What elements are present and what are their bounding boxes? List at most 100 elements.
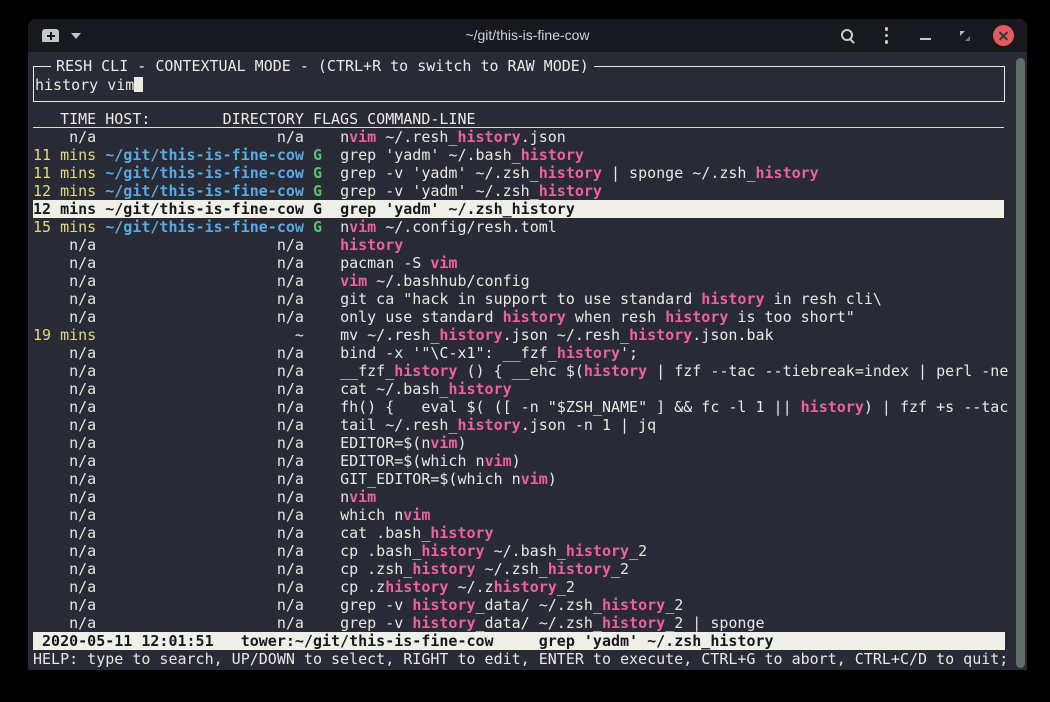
row-flag [313, 326, 322, 344]
history-row[interactable]: n/a n/a EDITOR=$(nvim) [33, 434, 1004, 452]
terminal-screen: RESH CLI - CONTEXTUAL MODE - (CTRL+R to … [28, 52, 1027, 670]
command-text: grep -v [340, 614, 412, 632]
command-match-text: history [394, 362, 457, 380]
row-host-directory: n/a [105, 578, 304, 596]
command-text: git ca "hack in support to use standard [340, 290, 701, 308]
column-header: TIME HOST: DIRECTORY FLAGS COMMAND-LINE [33, 110, 1004, 128]
history-row[interactable]: n/a n/a cp .bash_history ~/.bash_history… [33, 542, 1004, 560]
history-row[interactable]: 12 mins ~/git/this-is-fine-cow G grep 'y… [33, 200, 1004, 218]
search-button[interactable] [828, 19, 867, 52]
history-row[interactable]: n/a n/a GIT_EDITOR=$(which nvim) [33, 470, 1004, 488]
command-match-text: history [494, 578, 557, 596]
row-flag [313, 506, 322, 524]
row-flag [313, 470, 322, 488]
row-time: n/a [33, 488, 96, 506]
history-row[interactable]: n/a n/a pacman -S vim [33, 254, 1004, 272]
command-text: ) [457, 434, 466, 452]
history-row[interactable]: 19 mins ~ mv ~/.resh_history.json ~/.res… [33, 326, 1004, 344]
history-row[interactable]: 11 mins ~/git/this-is-fine-cow G grep 'y… [33, 146, 1004, 164]
row-time: n/a [33, 452, 96, 470]
titlebar: ~/git/this-is-fine-cow [28, 19, 1027, 52]
row-time: n/a [33, 236, 96, 254]
history-row[interactable]: 15 mins ~/git/this-is-fine-cow G nvim ~/… [33, 218, 1004, 236]
command-match-text: history [412, 560, 475, 578]
command-text: in resh cli\ [765, 290, 882, 308]
command-text: bind -x '"\C-x1": __fzf_ [340, 344, 557, 362]
row-host-directory: ~/git/this-is-fine-cow [105, 218, 304, 236]
row-host-directory: n/a [105, 506, 304, 524]
command-text: _2 | sponge [665, 614, 764, 632]
command-match-text: history [421, 542, 484, 560]
row-time: n/a [33, 416, 96, 434]
history-row[interactable]: n/a n/a git ca "hack in support to use s… [33, 290, 1004, 308]
command-text: ~/.config/resh.toml [376, 218, 557, 236]
command-match-text: vim [349, 218, 376, 236]
row-host-directory: n/a [105, 542, 304, 560]
command-text: _2 [611, 560, 629, 578]
command-match-text: history [412, 614, 475, 632]
history-row[interactable]: n/a n/a cat .bash_history [33, 524, 1004, 542]
command-text: .json ~/.resh_ [503, 326, 629, 344]
minimize-button[interactable] [906, 19, 945, 52]
restore-button[interactable] [945, 19, 984, 52]
command-match-text: history [439, 326, 502, 344]
row-host-directory: n/a [105, 470, 304, 488]
history-row[interactable]: n/a n/a only use standard history when r… [33, 308, 1004, 326]
command-match-text: history [756, 164, 819, 182]
history-row[interactable]: n/a n/a EDITOR=$(which nvim) [33, 452, 1004, 470]
command-text: '; [620, 344, 638, 362]
row-time: 12 mins [33, 182, 96, 200]
row-flag: G [313, 218, 322, 236]
history-row[interactable]: n/a n/a nvim [33, 488, 1004, 506]
history-row[interactable]: n/a n/a history [33, 236, 1004, 254]
menu-button[interactable] [867, 19, 906, 52]
history-row[interactable]: n/a n/a bind -x '"\C-x1": __fzf_history'… [33, 344, 1004, 362]
row-time: 15 mins [33, 218, 96, 236]
row-host-directory: n/a [105, 272, 304, 290]
row-flag [313, 452, 322, 470]
row-flag [313, 614, 322, 632]
command-text: cat ~/.bash_ [340, 380, 448, 398]
row-flag [313, 362, 322, 380]
row-time: 12 mins [33, 200, 96, 218]
row-flag [313, 308, 322, 326]
history-row[interactable]: n/a n/a __fzf_history () { __ehc $(histo… [33, 362, 1004, 380]
row-time: n/a [33, 560, 96, 578]
command-text: when resh [566, 308, 665, 326]
command-text: _2 [665, 596, 683, 614]
row-host-directory: n/a [105, 560, 304, 578]
command-match-text: history [457, 416, 520, 434]
history-row[interactable]: 12 mins ~/git/this-is-fine-cow G grep -v… [33, 182, 1004, 200]
history-row[interactable]: n/a n/a cat ~/.bash_history [33, 380, 1004, 398]
history-row[interactable]: n/a n/a grep -v history_data/ ~/.zsh_his… [33, 596, 1004, 614]
terminal-window: ~/git/this-is-fine-cow RESH CLI - CONTEX… [28, 19, 1027, 670]
close-button[interactable] [984, 19, 1023, 52]
command-match-text: history [457, 128, 520, 146]
row-flag [313, 524, 322, 542]
command-text: cat .bash_ [340, 524, 430, 542]
history-row[interactable]: n/a n/a which nvim [33, 506, 1004, 524]
history-row[interactable]: n/a n/a fh() { eval $( ([ -n "$ZSH_NAME"… [33, 398, 1004, 416]
row-host-directory: ~/git/this-is-fine-cow [105, 200, 304, 218]
history-row[interactable]: n/a n/a nvim ~/.resh_history.json [33, 128, 1004, 146]
row-flag: G [313, 182, 322, 200]
minimize-icon [920, 38, 931, 40]
history-row[interactable]: n/a n/a cp .zsh_history ~/.zsh_history_2 [33, 560, 1004, 578]
history-row[interactable]: 11 mins ~/git/this-is-fine-cow G grep -v… [33, 164, 1004, 182]
row-time: n/a [33, 290, 96, 308]
row-flag [313, 596, 322, 614]
history-row[interactable]: n/a n/a cp .zhistory ~/.zhistory_2 [33, 578, 1004, 596]
search-input[interactable]: history vim [35, 76, 143, 94]
row-host-directory: n/a [105, 290, 304, 308]
row-time: n/a [33, 524, 96, 542]
history-row[interactable]: n/a n/a tail ~/.resh_history.json -n 1 |… [33, 416, 1004, 434]
row-flag [313, 128, 322, 146]
row-time: n/a [33, 344, 96, 362]
command-text: grep 'yadm' ~/.bash_ [340, 146, 521, 164]
history-row[interactable]: n/a n/a vim ~/.bashhub/config [33, 272, 1004, 290]
command-text: EDITOR=$(which n [340, 452, 485, 470]
scrollbar-thumb[interactable] [1016, 58, 1025, 668]
row-host-directory: ~/git/this-is-fine-cow [105, 146, 304, 164]
row-time: n/a [33, 362, 96, 380]
history-row[interactable]: n/a n/a grep -v history_data/ ~/.zsh_his… [33, 614, 1004, 632]
